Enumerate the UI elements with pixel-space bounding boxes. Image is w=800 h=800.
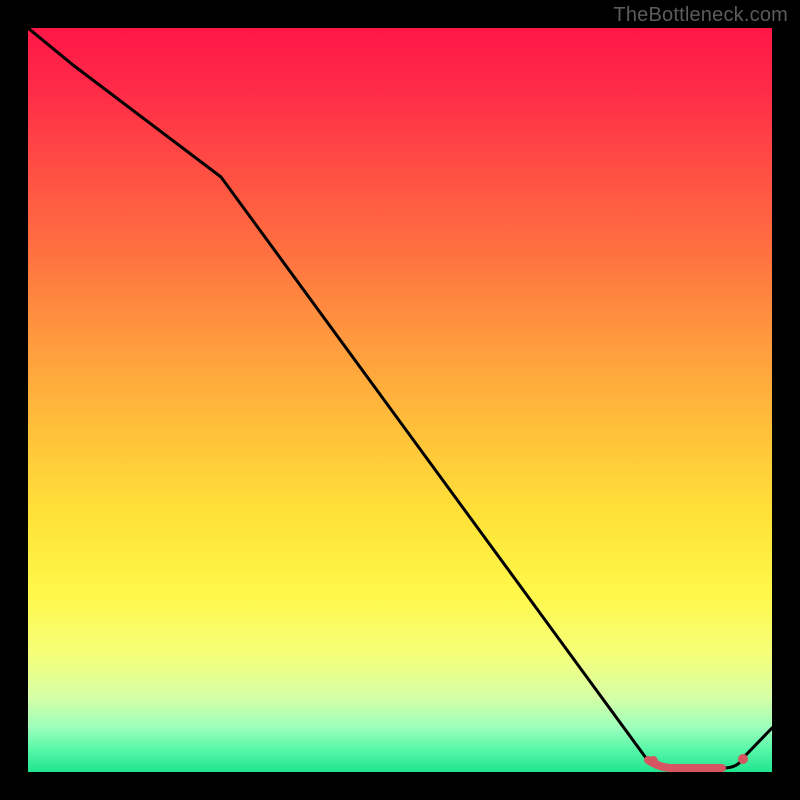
watermark-text: TheBottleneck.com [613, 4, 788, 27]
marker-dot-right [738, 754, 748, 764]
plot-area [28, 28, 772, 772]
bottom-highlight [648, 760, 722, 768]
chart-svg [28, 28, 772, 772]
curve-line [28, 28, 772, 768]
chart-container: TheBottleneck.com [0, 0, 800, 800]
marker-dot-left [648, 756, 658, 766]
